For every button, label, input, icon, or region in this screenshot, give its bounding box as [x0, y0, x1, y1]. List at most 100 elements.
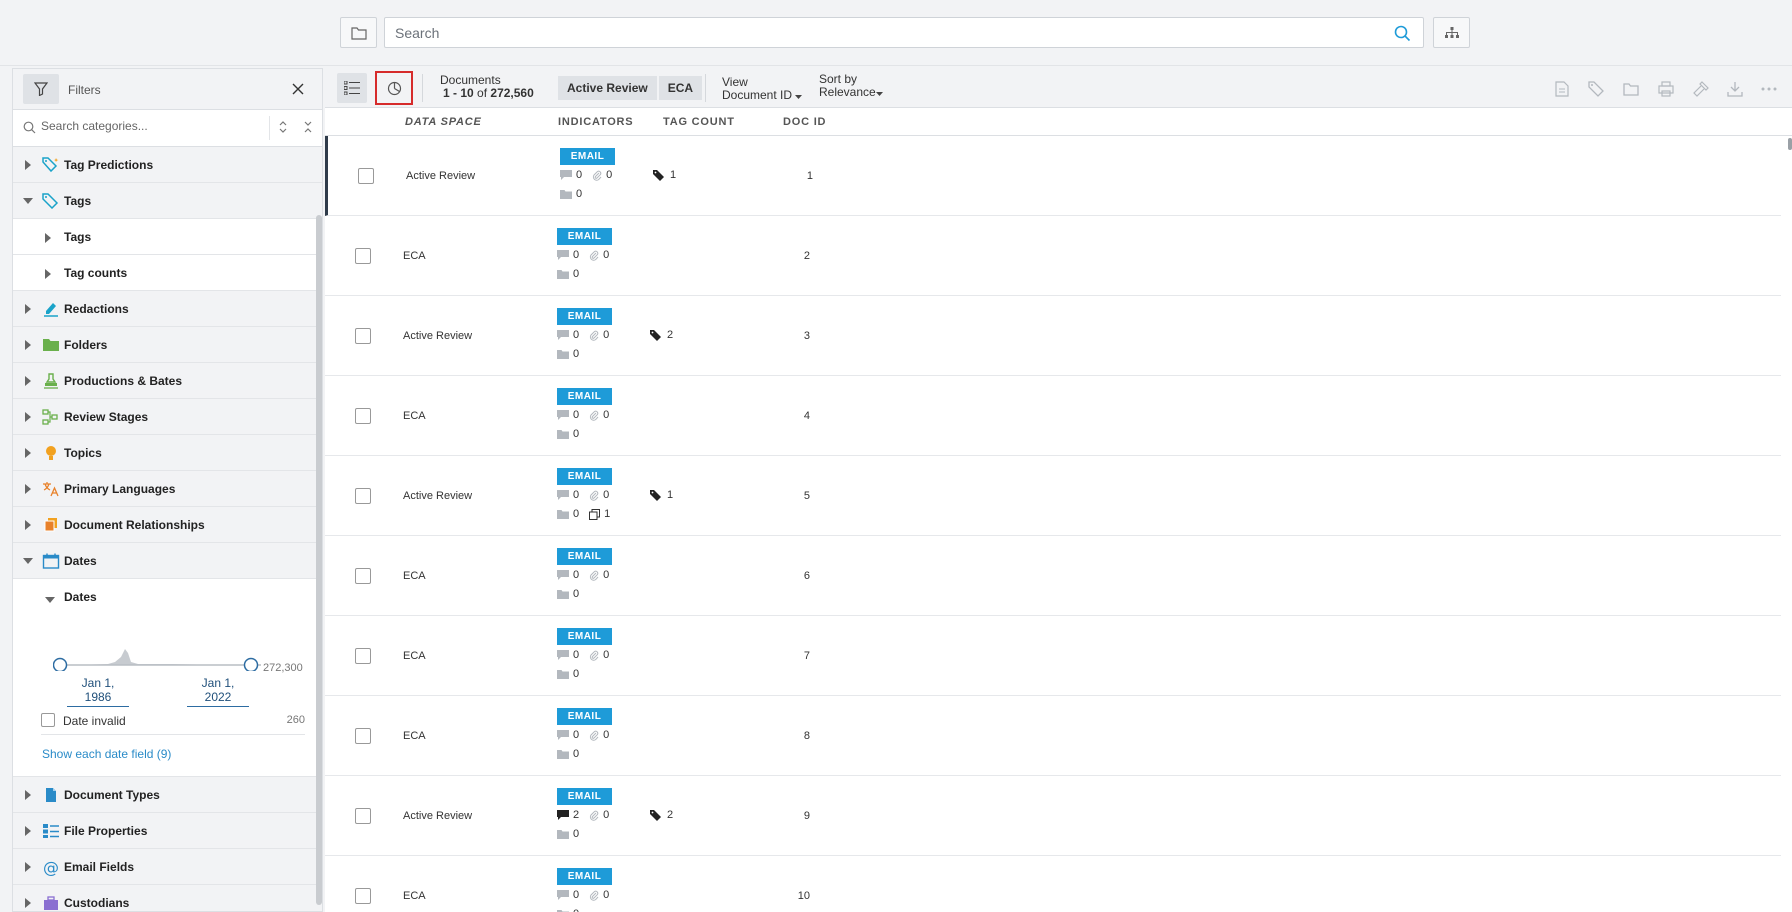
- document-report-button[interactable]: [1552, 79, 1572, 99]
- column-doc-id[interactable]: DOC ID: [783, 116, 826, 128]
- document-row[interactable]: Active Review EMAIL 0 0 0 2 3: [325, 296, 1781, 376]
- row-indicators-bottom: 0: [560, 188, 582, 200]
- close-icon: [292, 83, 304, 95]
- filters-scrollbar[interactable]: [316, 215, 322, 905]
- category-custodians[interactable]: Custodians: [13, 885, 322, 911]
- attachment-count: 0: [603, 489, 610, 501]
- chip-active-review[interactable]: Active Review: [558, 76, 657, 100]
- subcategory-dates[interactable]: Dates: [13, 579, 322, 615]
- search-bar[interactable]: [384, 17, 1424, 48]
- view-value: Document ID: [722, 88, 793, 102]
- category-tag-predictions[interactable]: Tag Predictions: [13, 147, 322, 183]
- category-document-types[interactable]: Document Types: [13, 777, 322, 813]
- row-doc-id: 8: [803, 730, 810, 742]
- comment-count: 0: [573, 569, 580, 581]
- category-productions-bates[interactable]: Productions & Bates: [13, 363, 322, 399]
- folder-count: 0: [573, 428, 580, 440]
- category-redactions[interactable]: Redactions: [13, 291, 322, 327]
- row-data-space: ECA: [403, 730, 426, 742]
- row-checkbox[interactable]: [355, 408, 371, 424]
- date-to-field[interactable]: Jan 1, 2022: [187, 676, 249, 707]
- row-checkbox[interactable]: [355, 888, 371, 904]
- sort-dropdown[interactable]: Relevance: [819, 85, 883, 99]
- category-tags[interactable]: Tags: [13, 183, 322, 219]
- column-indicators[interactable]: INDICATORS: [558, 116, 633, 128]
- more-options-button[interactable]: [1759, 79, 1779, 99]
- folder-icon: [557, 430, 569, 439]
- chart-view-button[interactable]: [375, 71, 413, 105]
- comment-icon: [557, 650, 569, 660]
- expand-all-icon[interactable]: [278, 119, 288, 135]
- chip-eca[interactable]: ECA: [658, 76, 703, 100]
- row-checkbox[interactable]: [355, 648, 371, 664]
- hierarchy-icon: [1444, 26, 1459, 38]
- document-row[interactable]: ECA EMAIL 0 0 0 4: [325, 376, 1781, 456]
- row-checkbox[interactable]: [355, 728, 371, 744]
- date-from-field[interactable]: Jan 1, 1986: [67, 676, 129, 707]
- category-folders[interactable]: Folders: [13, 327, 322, 363]
- row-tag-count: 2: [650, 329, 673, 341]
- row-checkbox[interactable]: [355, 488, 371, 504]
- document-row[interactable]: Active Review EMAIL 0 0 0 1 1 5: [325, 456, 1781, 536]
- column-data-space[interactable]: DATA SPACE: [405, 116, 482, 128]
- redact-button[interactable]: [1691, 79, 1711, 99]
- print-button[interactable]: [1656, 79, 1676, 99]
- attachment-icon: [590, 410, 599, 421]
- documents-scrollbar[interactable]: [1788, 138, 1792, 150]
- show-each-date-field-link[interactable]: Show each date field (9): [42, 747, 171, 761]
- hierarchy-button[interactable]: [1433, 17, 1470, 48]
- category-search-input[interactable]: [41, 119, 241, 133]
- date-range-slider[interactable]: [53, 629, 263, 671]
- date-invalid-option[interactable]: Date invalid 260: [41, 709, 305, 735]
- comment-count: 0: [573, 329, 580, 341]
- row-data-space: Active Review: [406, 170, 476, 182]
- row-checkbox[interactable]: [355, 568, 371, 584]
- category-dates[interactable]: Dates: [13, 543, 322, 579]
- document-row[interactable]: Active Review EMAIL 2 0 0 2 9: [325, 776, 1781, 856]
- subcategory-tag-counts[interactable]: Tag counts: [13, 255, 322, 291]
- divider: [705, 74, 706, 102]
- stamp-icon: [42, 373, 60, 389]
- category-label: Productions & Bates: [64, 374, 183, 388]
- folder-browse-button[interactable]: [340, 17, 377, 48]
- documents-toolbar: Documents 1 - 10 of 272,560 Active Revie…: [325, 68, 1792, 108]
- search-input[interactable]: [385, 18, 1423, 47]
- document-row[interactable]: ECA EMAIL 0 0 0 10: [325, 856, 1781, 912]
- row-checkbox[interactable]: [355, 248, 371, 264]
- category-topics[interactable]: Topics: [13, 435, 322, 471]
- row-doc-id: 1: [806, 170, 813, 182]
- row-checkbox[interactable]: [358, 168, 374, 184]
- tag-count-value: 2: [667, 329, 674, 341]
- column-tag-count[interactable]: TAG COUNT: [663, 116, 735, 128]
- list-view-button[interactable]: [337, 73, 367, 103]
- caret-down-icon: [875, 92, 883, 96]
- category-document-relationships[interactable]: Document Relationships: [13, 507, 322, 543]
- date-histogram: [73, 649, 223, 665]
- category-review-stages[interactable]: Review Stages: [13, 399, 322, 435]
- move-to-folder-button[interactable]: [1621, 79, 1641, 99]
- row-checkbox[interactable]: [355, 808, 371, 824]
- filter-toggle-button[interactable]: [23, 74, 59, 104]
- attachment-count: 0: [603, 649, 610, 661]
- close-filters-button[interactable]: [288, 79, 308, 99]
- collapse-all-icon[interactable]: [303, 119, 313, 135]
- chevron-right-icon: [23, 484, 33, 494]
- subcategory-tags[interactable]: Tags: [13, 219, 322, 255]
- document-row[interactable]: ECA EMAIL 0 0 0 6: [325, 536, 1781, 616]
- pie-chart-icon: [387, 81, 401, 95]
- date-invalid-checkbox[interactable]: [41, 713, 55, 727]
- download-button[interactable]: [1725, 79, 1745, 99]
- document-row[interactable]: Active Review EMAIL 0 0 0 1 1: [325, 136, 1781, 216]
- attachment-count: 0: [606, 169, 613, 181]
- row-checkbox[interactable]: [355, 328, 371, 344]
- category-email-fields[interactable]: @ Email Fields: [13, 849, 322, 885]
- search-icon[interactable]: [1394, 25, 1411, 42]
- category-file-properties[interactable]: File Properties: [13, 813, 322, 849]
- tag-button[interactable]: [1586, 79, 1606, 99]
- category-primary-languages[interactable]: Primary Languages: [13, 471, 322, 507]
- document-row[interactable]: ECA EMAIL 0 0 0 8: [325, 696, 1781, 776]
- view-dropdown[interactable]: Document ID: [722, 88, 803, 102]
- document-row[interactable]: ECA EMAIL 0 0 0 2: [325, 216, 1781, 296]
- row-doc-id: 4: [803, 410, 810, 422]
- document-row[interactable]: ECA EMAIL 0 0 0 7: [325, 616, 1781, 696]
